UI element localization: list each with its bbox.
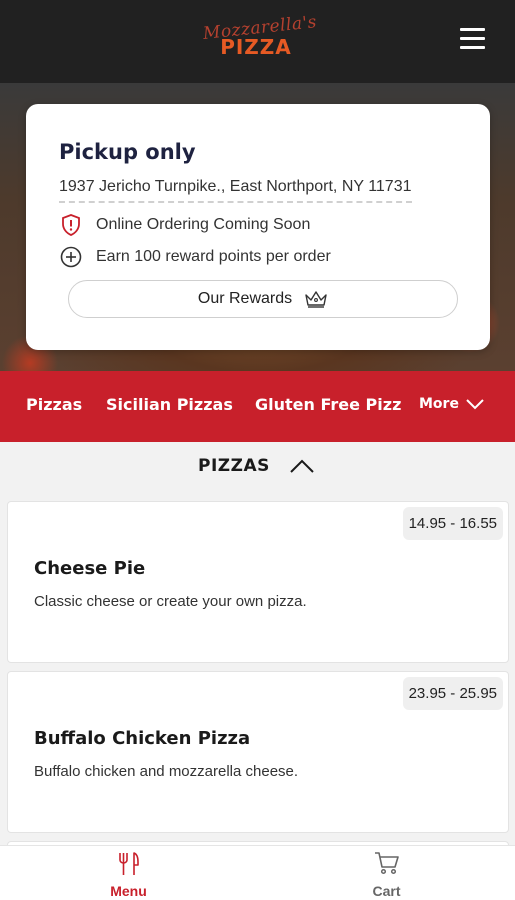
notice-row-rewards: Earn 100 reward points per order — [59, 246, 331, 268]
restaurant-logo[interactable]: Mozzarella's PIZZA — [200, 12, 320, 66]
section-title: PIZZAS — [198, 456, 270, 476]
notice-text-rewards: Earn 100 reward points per order — [96, 248, 331, 265]
chevron-down-icon — [466, 399, 484, 410]
app-page: Mozzarella's PIZZA Pickup only 1937 Jeri… — [0, 0, 515, 900]
section-header-pizzas[interactable]: PIZZAS — [0, 447, 515, 489]
item-price: 23.95 - 25.95 — [402, 677, 503, 710]
category-tab-pizzas[interactable]: Pizzas — [26, 395, 82, 414]
tab-menu-label: Menu — [110, 883, 147, 899]
category-tab-gluten-free-pizzas[interactable]: Gluten Free Pizzas — [255, 395, 401, 414]
notice-row-ordering: Online Ordering Coming Soon — [59, 214, 310, 236]
store-address[interactable]: 1937 Jericho Turnpike., East Northport, … — [59, 178, 412, 203]
cart-icon — [374, 852, 399, 875]
category-nav-bar: Pizzas Sicilian Pizzas Gluten Free Pizza… — [0, 371, 515, 442]
more-label: More — [419, 396, 459, 412]
hamburger-menu-icon[interactable] — [460, 28, 488, 52]
order-mode-title: Pickup only — [59, 140, 196, 164]
top-bar: Mozzarella's PIZZA — [0, 0, 515, 83]
item-name: Buffalo Chicken Pizza — [34, 728, 251, 749]
item-name: Cheese Pie — [34, 558, 146, 579]
menu-item-card[interactable]: 14.95 - 16.55 Cheese Pie Classic cheese … — [7, 501, 509, 663]
our-rewards-button[interactable]: Our Rewards — [68, 280, 458, 318]
crown-icon — [304, 290, 328, 308]
category-tab-sicilian-pizzas[interactable]: Sicilian Pizzas — [106, 395, 233, 414]
notice-text-ordering: Online Ordering Coming Soon — [96, 216, 311, 233]
item-price: 14.95 - 16.55 — [402, 507, 503, 540]
tab-menu[interactable]: Menu — [0, 846, 257, 900]
bottom-nav-bar: Menu Cart — [0, 845, 515, 900]
store-info-card: Pickup only 1937 Jericho Turnpike., East… — [26, 104, 490, 350]
chevron-up-icon — [290, 459, 314, 473]
more-categories-button[interactable]: More — [419, 396, 485, 412]
alert-shield-icon — [59, 214, 83, 236]
item-description: Classic cheese or create your own pizza. — [34, 593, 307, 610]
plus-circle-icon — [59, 246, 83, 268]
menu-item-card[interactable]: 23.95 - 25.95 Buffalo Chicken Pizza Buff… — [7, 671, 509, 833]
rewards-button-label: Our Rewards — [197, 290, 293, 307]
tab-cart-label: Cart — [372, 883, 401, 899]
item-description: Buffalo chicken and mozzarella cheese. — [34, 763, 299, 780]
tab-cart[interactable]: Cart — [258, 846, 515, 900]
utensils-icon — [118, 852, 139, 875]
